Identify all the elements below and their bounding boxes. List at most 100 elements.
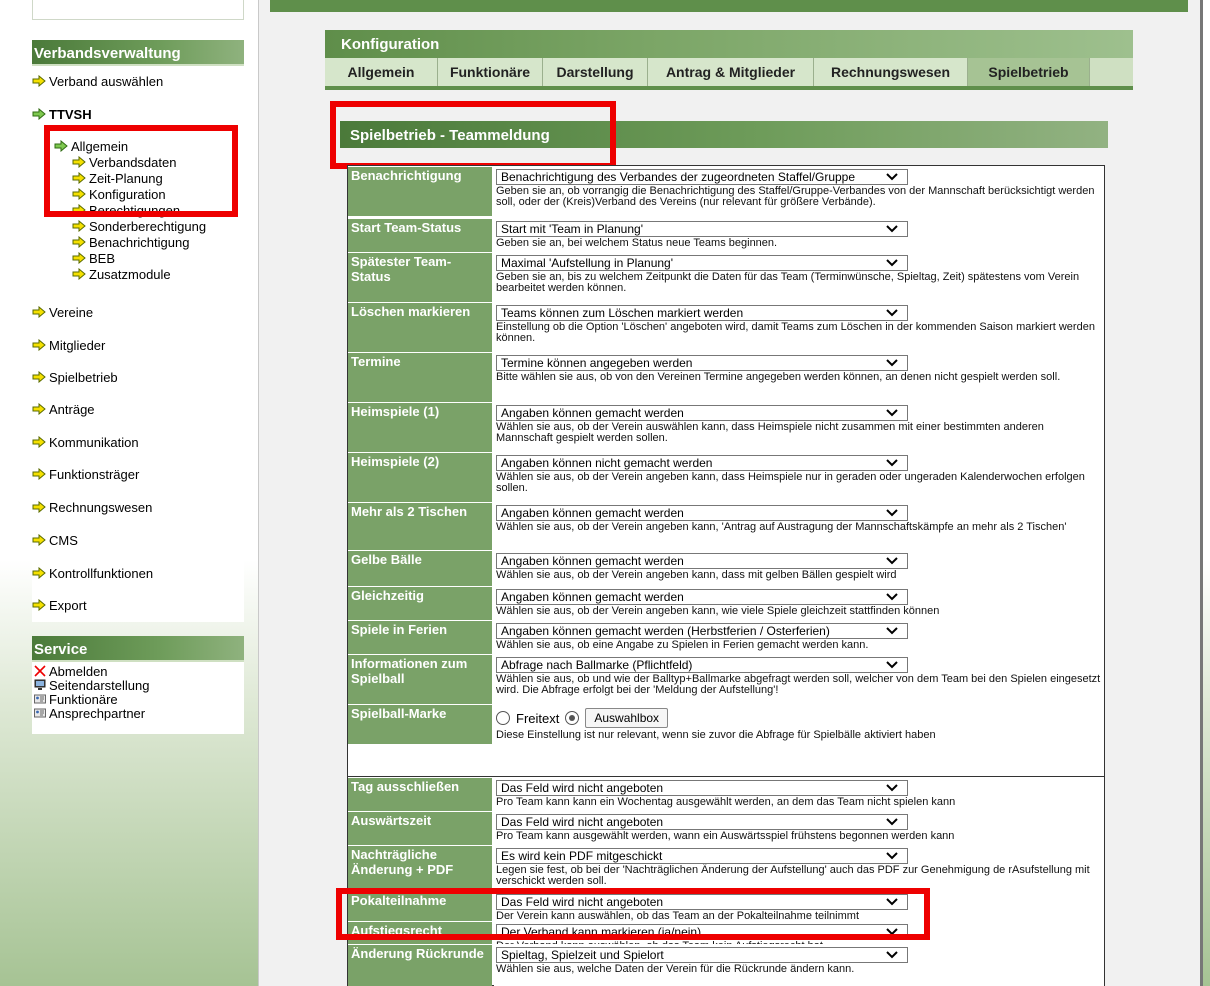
- setting-select[interactable]: Angaben können gemacht werden: [496, 589, 908, 605]
- nav-org[interactable]: TTVSH: [32, 106, 92, 122]
- setting-description: Wählen sie aus, ob der Verein auswählen …: [496, 421, 1044, 444]
- auswahlbox-button[interactable]: Auswahlbox: [585, 708, 669, 728]
- arrow-right-icon: [72, 236, 86, 248]
- setting-select[interactable]: Angaben können gemacht werden: [496, 505, 908, 521]
- setting-label: Gleichzeitig: [348, 587, 492, 620]
- arrow-right-icon: [32, 534, 46, 546]
- nav-label: Zusatzmodule: [89, 266, 171, 282]
- radio-auswahlbox[interactable]: [565, 711, 580, 725]
- nav-label: Zeit-Planung: [89, 170, 163, 186]
- nav-benachrichtigung[interactable]: Benachrichtigung: [72, 234, 206, 250]
- setting-select[interactable]: Angaben können gemacht werden: [496, 405, 908, 421]
- arrow-right-icon: [32, 468, 46, 480]
- chevron-down-icon: [886, 557, 898, 565]
- nav-zeit-planung[interactable]: Zeit-Planung: [72, 170, 206, 186]
- nav-select-verband[interactable]: Verband auswählen: [32, 73, 163, 89]
- setting-description: Pro Team kann ausgewählt werden, wann ei…: [496, 830, 955, 842]
- nav-label: Export: [49, 597, 87, 613]
- setting-select[interactable]: Angaben können gemacht werden: [496, 553, 908, 569]
- nav-label: Rechnungswesen: [49, 499, 153, 515]
- setting-select[interactable]: Teams können zum Löschen markiert werden: [496, 305, 908, 321]
- section-title: Spielbetrieb - Teammeldung: [340, 121, 1108, 148]
- allgemein-submenu: Verbandsdaten Zeit-Planung Konfiguration…: [72, 154, 206, 282]
- tab-spielbetrieb[interactable]: Spielbetrieb: [968, 58, 1090, 86]
- setting-description: Wählen sie aus, welche Daten der Verein …: [496, 963, 855, 975]
- chevron-down-icon: [886, 459, 898, 467]
- setting-description: Geben sie an, bis zu welchem Zeitpunkt d…: [496, 271, 1080, 294]
- setting-row: Informationen zum Spielball Abfrage nach…: [348, 654, 1104, 704]
- setting-select[interactable]: Abfrage nach Ballmarke (Pflichtfeld): [496, 657, 908, 673]
- setting-label: Spiele in Ferien: [348, 621, 492, 654]
- select-value: Das Feld wird nicht angeboten: [501, 781, 664, 795]
- setting-select[interactable]: Es wird kein PDF mitgeschickt: [496, 848, 908, 864]
- nav-allgemein[interactable]: Allgemein: [54, 138, 128, 154]
- nav-sonderberechtigung[interactable]: Sonderberechtigung: [72, 218, 206, 234]
- nav-berechtigungen[interactable]: Berechtigungen: [72, 202, 206, 218]
- service-funktionaere[interactable]: Funktionäre: [34, 692, 244, 707]
- setting-select[interactable]: Das Feld wird nicht angeboten: [496, 814, 908, 830]
- tab-funktionaere[interactable]: Funktionäre: [438, 58, 543, 86]
- nav-label: Mitglieder: [49, 337, 106, 353]
- radio-freitext[interactable]: [496, 711, 510, 725]
- setting-label: Änderung Rückrunde: [348, 945, 492, 986]
- nav-antraege[interactable]: Anträge: [32, 401, 95, 417]
- setting-select[interactable]: Angaben können nicht gemacht werden: [496, 455, 908, 471]
- chevron-down-icon: [886, 784, 898, 792]
- chevron-down-icon: [886, 818, 898, 826]
- chevron-down-icon: [886, 225, 898, 233]
- nav-kontrollfunktionen[interactable]: Kontrollfunktionen: [32, 565, 153, 581]
- tab-darstellung[interactable]: Darstellung: [543, 58, 648, 86]
- setting-select[interactable]: Angaben können gemacht werden (Herbstfer…: [496, 623, 908, 639]
- nav-beb[interactable]: BEB: [72, 250, 206, 266]
- setting-row: Mehr als 2 Tischen Angaben können gemach…: [348, 502, 1104, 550]
- nav-konfiguration[interactable]: Konfiguration: [72, 186, 206, 202]
- arrow-right-icon: [32, 599, 46, 611]
- service-abmelden[interactable]: Abmelden: [34, 663, 244, 679]
- nav-vereine[interactable]: Vereine: [32, 304, 93, 320]
- tab-rechnungswesen[interactable]: Rechnungswesen: [814, 58, 968, 86]
- nav-spielbetrieb[interactable]: Spielbetrieb: [32, 369, 118, 385]
- nav-verbandsdaten[interactable]: Verbandsdaten: [72, 154, 206, 170]
- chevron-down-icon: [886, 951, 898, 959]
- setting-select[interactable]: Das Feld wird nicht angeboten: [496, 780, 908, 796]
- nav-zusatzmodule[interactable]: Zusatzmodule: [72, 266, 206, 282]
- setting-select[interactable]: Start mit 'Team in Planung': [496, 221, 908, 237]
- setting-description: Pro Team kann kann ein Wochentag ausgewä…: [496, 796, 956, 808]
- service-ansprechpartner[interactable]: Ansprechpartner: [34, 706, 244, 721]
- monitor-icon: [34, 679, 46, 690]
- setting-row: Nachträgliche Änderung + PDF Es wird kei…: [348, 845, 1104, 891]
- chevron-down-icon: [886, 173, 898, 181]
- nav-label: Spielbetrieb: [49, 369, 118, 385]
- nav-export[interactable]: Export: [32, 597, 87, 613]
- setting-select[interactable]: Termine können angegeben werden: [496, 355, 908, 371]
- setting-select[interactable]: Das Feld wird nicht angeboten: [496, 894, 908, 910]
- setting-description: Legen sie fest, ob bei der 'Nachträglich…: [496, 864, 1090, 887]
- setting-row: Pokalteilnahme Das Feld wird nicht angeb…: [348, 891, 1104, 922]
- arrow-right-icon: [72, 204, 86, 216]
- setting-label: Informationen zum Spielball: [348, 655, 492, 704]
- nav-rechnungswesen[interactable]: Rechnungswesen: [32, 499, 152, 515]
- nav-label: Kommunikation: [49, 434, 139, 450]
- tab-allgemein[interactable]: Allgemein: [325, 58, 438, 86]
- tab-antrag-mitglieder[interactable]: Antrag & Mitglieder: [648, 58, 814, 86]
- nav-title: Verbandsverwaltung: [32, 40, 244, 66]
- setting-select[interactable]: Maximal 'Aufstellung in Planung': [496, 255, 908, 271]
- setting-description: Geben sie an, bei welchem Status neue Te…: [496, 237, 778, 249]
- setting-description: Einstellung ob die Option 'Löschen' ange…: [496, 321, 1095, 344]
- service-label: Abmelden: [49, 663, 108, 679]
- setting-select[interactable]: Spieltag, Spielzeit und Spielort: [496, 947, 908, 963]
- setting-row: Heimspiele (1) Angaben können gemacht we…: [348, 402, 1104, 452]
- select-value: Angaben können gemacht werden: [501, 590, 684, 604]
- nav-funktionstraeger[interactable]: Funktionsträger: [32, 466, 139, 482]
- service-seitendarstellung[interactable]: Seitendarstellung: [34, 678, 244, 693]
- select-value: Spieltag, Spielzeit und Spielort: [501, 948, 664, 962]
- nav-label: Sonderberechtigung: [89, 218, 207, 234]
- arrow-right-icon: [72, 268, 86, 280]
- arrow-right-icon: [32, 108, 46, 120]
- setting-select[interactable]: Benachrichtigung des Verbandes der zugeo…: [496, 169, 908, 185]
- nav-kommunikation[interactable]: Kommunikation: [32, 434, 139, 450]
- nav-mitglieder[interactable]: Mitglieder: [32, 337, 105, 353]
- nav-label: Anträge: [49, 401, 95, 417]
- nav-cms[interactable]: CMS: [32, 532, 78, 548]
- setting-select[interactable]: Der Verband kann markieren (ja/nein): [496, 924, 908, 940]
